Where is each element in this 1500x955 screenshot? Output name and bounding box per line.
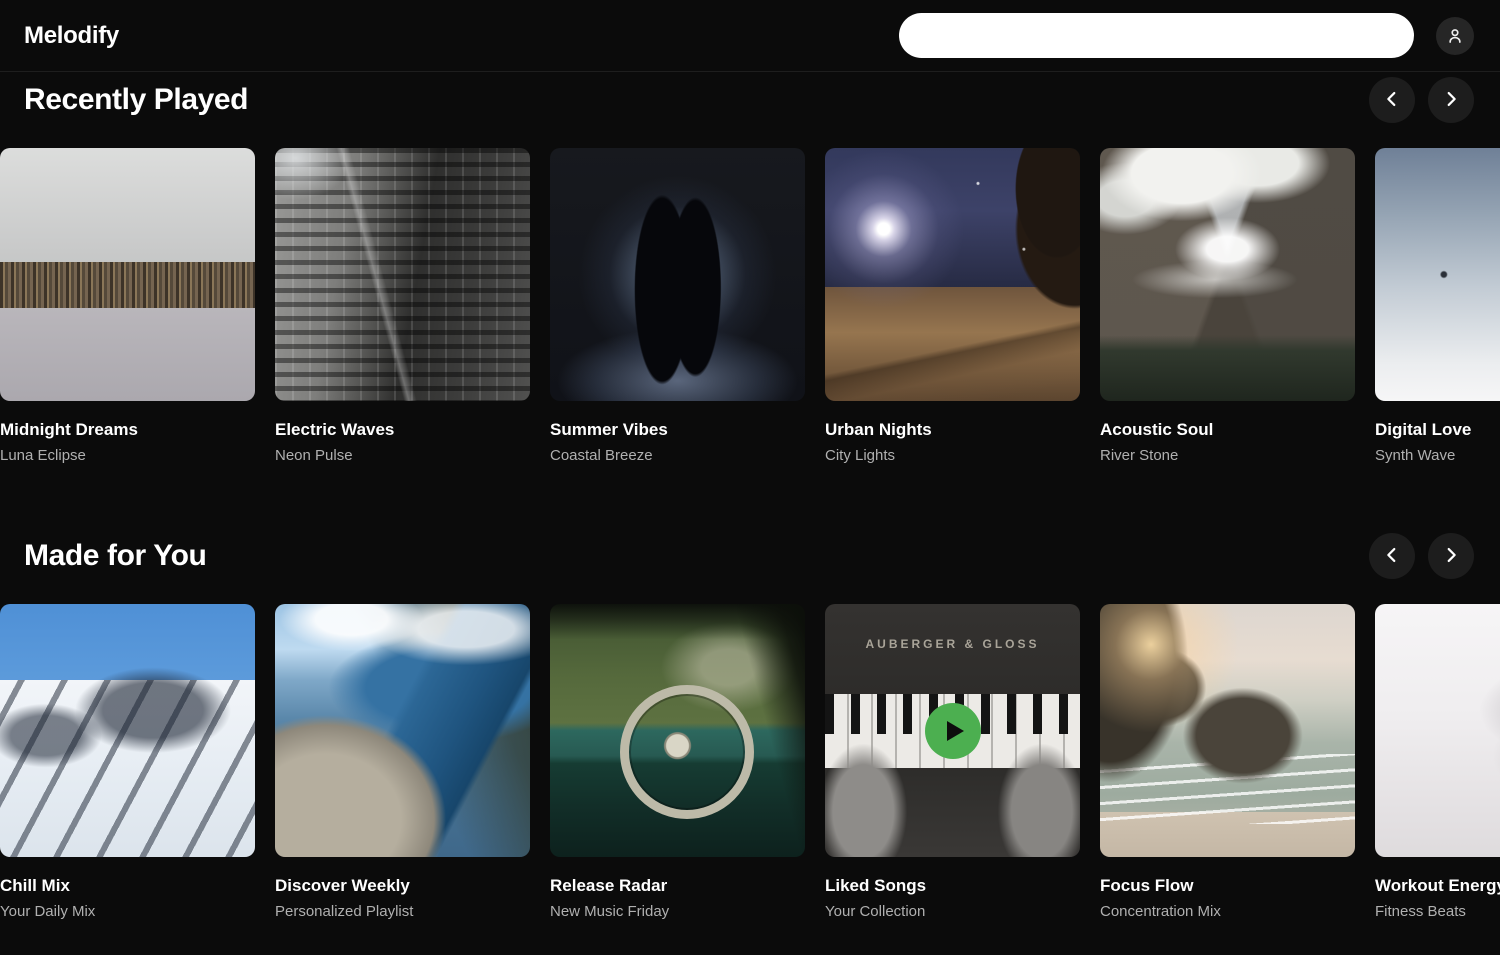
carousel-controls xyxy=(1369,77,1474,123)
carousel-prev-button[interactable] xyxy=(1369,533,1415,579)
card-title: Release Radar xyxy=(550,876,805,896)
card-subtitle: Concentration Mix xyxy=(1100,903,1355,920)
playlist-card[interactable]: Acoustic Soul River Stone xyxy=(1100,148,1355,464)
card-art xyxy=(0,604,255,857)
card-art xyxy=(1100,604,1355,857)
card-title: Discover Weekly xyxy=(275,876,530,896)
card-subtitle: Your Collection xyxy=(825,903,1080,920)
card-art xyxy=(1375,148,1500,401)
card-title: Liked Songs xyxy=(825,876,1080,896)
card-title: Electric Waves xyxy=(275,420,530,440)
playlist-card[interactable]: Digital Love Synth Wave xyxy=(1375,148,1500,464)
section-header: Made for You xyxy=(0,532,1500,580)
card-art: AUBERGER & GLOSS xyxy=(825,604,1080,857)
search-input[interactable] xyxy=(899,13,1414,58)
carousel-next-button[interactable] xyxy=(1428,533,1474,579)
section-recently-played: Recently Played Midnight Dreams Luna Ecl… xyxy=(0,76,1500,464)
card-title: Urban Nights xyxy=(825,420,1080,440)
user-profile-button[interactable] xyxy=(1436,17,1474,55)
card-art xyxy=(550,148,805,401)
card-subtitle: City Lights xyxy=(825,447,1080,464)
app-logo: Melodify xyxy=(24,22,119,50)
playlist-card[interactable]: Summer Vibes Coastal Breeze xyxy=(550,148,805,464)
card-art xyxy=(1100,148,1355,401)
chevron-left-icon xyxy=(1381,544,1403,569)
playlist-card[interactable]: Discover Weekly Personalized Playlist xyxy=(275,604,530,920)
card-subtitle: Fitness Beats xyxy=(1375,903,1500,920)
card-subtitle: Personalized Playlist xyxy=(275,903,530,920)
card-subtitle: Synth Wave xyxy=(1375,447,1500,464)
card-title: Focus Flow xyxy=(1100,876,1355,896)
card-title: Chill Mix xyxy=(0,876,255,896)
chevron-right-icon xyxy=(1440,88,1462,113)
playlist-card[interactable]: Electric Waves Neon Pulse xyxy=(275,148,530,464)
section-title: Made for You xyxy=(24,539,206,573)
play-icon xyxy=(947,721,964,741)
card-art xyxy=(825,148,1080,401)
carousel-next-button[interactable] xyxy=(1428,77,1474,123)
album-art-photo-text: AUBERGER & GLOSS xyxy=(825,637,1080,651)
chevron-right-icon xyxy=(1440,544,1462,569)
card-art xyxy=(550,604,805,857)
card-title: Midnight Dreams xyxy=(0,420,255,440)
card-carousel: Midnight Dreams Luna Eclipse Electric Wa… xyxy=(0,148,1500,464)
card-title: Digital Love xyxy=(1375,420,1500,440)
carousel-controls xyxy=(1369,533,1474,579)
card-subtitle: New Music Friday xyxy=(550,903,805,920)
playlist-card[interactable]: Chill Mix Your Daily Mix xyxy=(0,604,255,920)
playlist-card[interactable]: Focus Flow Concentration Mix xyxy=(1100,604,1355,920)
card-subtitle: Coastal Breeze xyxy=(550,447,805,464)
playlist-card[interactable]: AUBERGER & GLOSS Liked Songs Your Collec… xyxy=(825,604,1080,920)
card-subtitle: Neon Pulse xyxy=(275,447,530,464)
playlist-card[interactable]: Release Radar New Music Friday xyxy=(550,604,805,920)
card-title: Workout Energy xyxy=(1375,876,1500,896)
chevron-left-icon xyxy=(1381,88,1403,113)
playlist-card[interactable]: Midnight Dreams Luna Eclipse xyxy=(0,148,255,464)
card-carousel: Chill Mix Your Daily Mix Discover Weekly… xyxy=(0,604,1500,920)
app-header: Melodify xyxy=(0,0,1500,72)
section-header: Recently Played xyxy=(0,76,1500,124)
card-subtitle: Your Daily Mix xyxy=(0,903,255,920)
card-title: Acoustic Soul xyxy=(1100,420,1355,440)
playlist-card[interactable]: Urban Nights City Lights xyxy=(825,148,1080,464)
card-art xyxy=(275,148,530,401)
play-button[interactable] xyxy=(925,703,981,759)
carousel-prev-button[interactable] xyxy=(1369,77,1415,123)
card-subtitle: Luna Eclipse xyxy=(0,447,255,464)
card-subtitle: River Stone xyxy=(1100,447,1355,464)
playlist-card[interactable]: Workout Energy Fitness Beats xyxy=(1375,604,1500,920)
card-art xyxy=(1375,604,1500,857)
user-icon xyxy=(1445,26,1465,46)
card-title: Summer Vibes xyxy=(550,420,805,440)
card-art xyxy=(275,604,530,857)
section-made-for-you: Made for You Chill Mix Your Daily Mix Di… xyxy=(0,532,1500,920)
section-title: Recently Played xyxy=(24,83,248,117)
card-art xyxy=(0,148,255,401)
